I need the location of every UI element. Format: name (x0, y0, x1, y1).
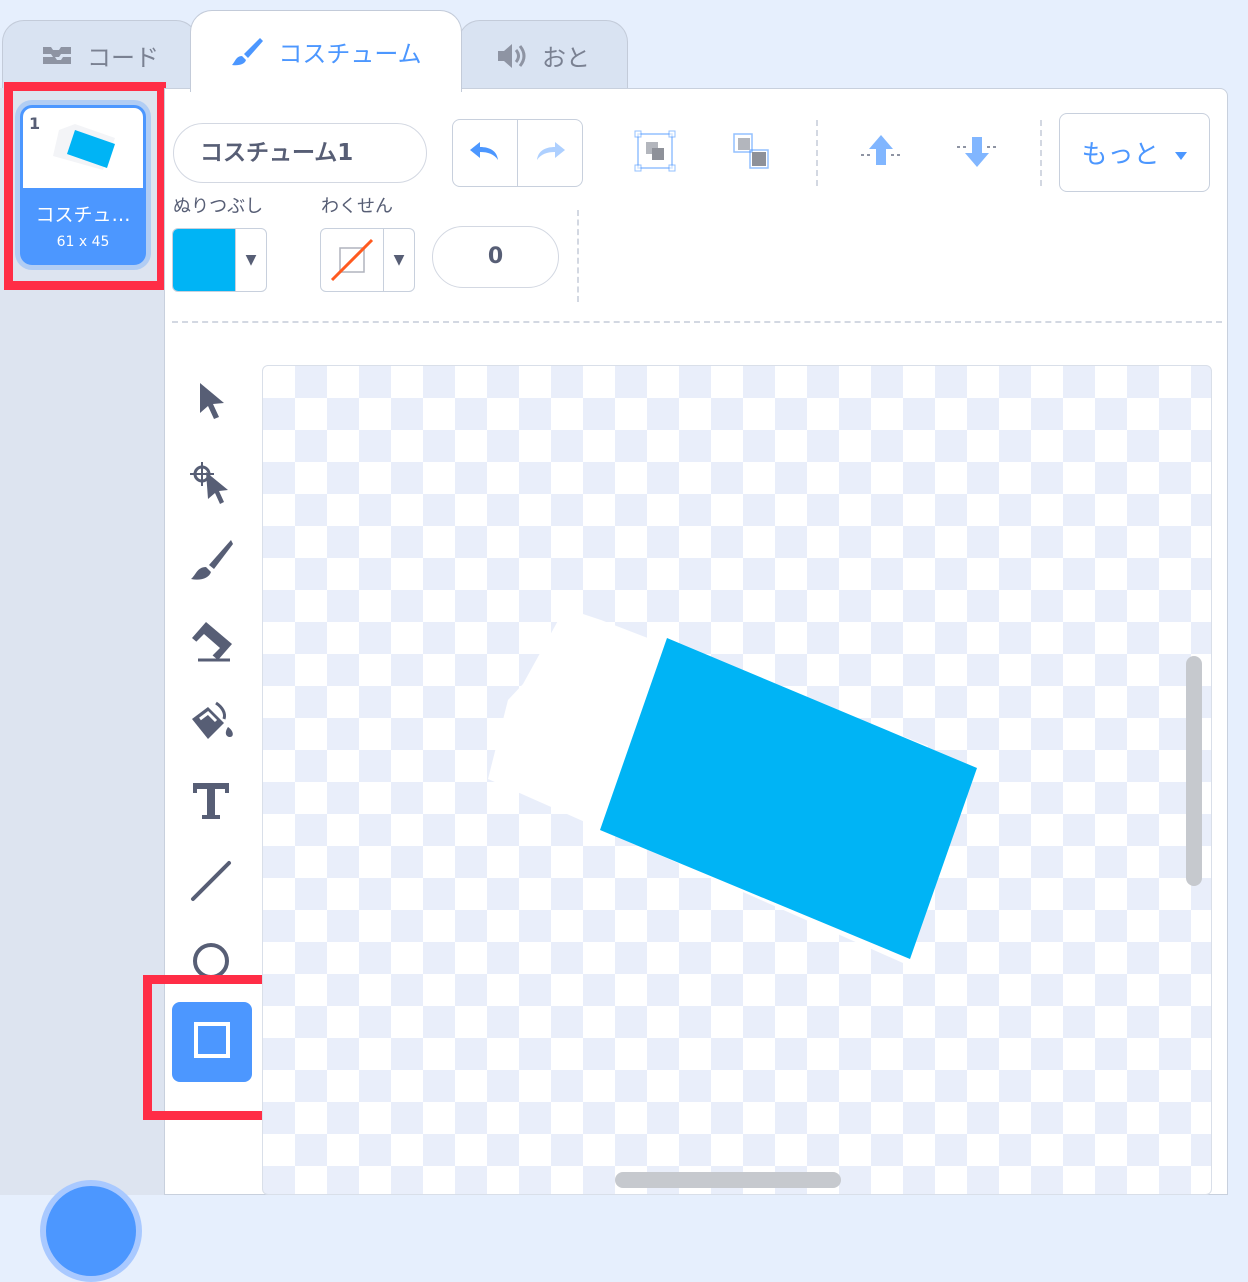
ungroup-button[interactable] (728, 130, 774, 176)
eraser-tool[interactable] (178, 610, 244, 676)
toolbar-divider (1040, 120, 1042, 186)
ungroup-icon (730, 130, 772, 176)
text-tool-icon (189, 779, 233, 827)
tab-sounds-label: おと (542, 44, 590, 72)
line-tool-icon (189, 859, 233, 907)
group-icon (634, 130, 676, 176)
backward-button[interactable] (954, 130, 1000, 176)
more-label: もっと (1081, 140, 1160, 170)
tab-costumes[interactable]: コスチューム (190, 10, 462, 92)
fill-color-picker[interactable]: ▼ (172, 228, 267, 292)
forward-layer-icon (859, 131, 903, 175)
highlight-box-costume (4, 82, 166, 290)
tab-code-label: コード (87, 44, 159, 72)
fill-label: ぬりつぶし (173, 196, 264, 217)
caret-down-icon (1174, 138, 1188, 168)
undo-redo-group (452, 119, 583, 187)
paintbrush-icon (230, 35, 264, 69)
undo-button[interactable] (453, 120, 518, 186)
undo-icon (468, 138, 502, 168)
brush-tool-icon (187, 537, 235, 589)
vertical-scrollbar[interactable] (1186, 656, 1202, 886)
brush-tool[interactable] (178, 530, 244, 596)
fill-caret-icon: ▼ (235, 229, 266, 291)
redo-icon (533, 138, 567, 168)
group-button[interactable] (632, 130, 678, 176)
outline-none-swatch (321, 229, 383, 291)
redo-button[interactable] (518, 120, 582, 186)
outline-caret-icon: ▼ (383, 229, 414, 291)
paint-canvas[interactable] (262, 365, 1212, 1195)
speaker-icon (496, 42, 528, 70)
line-tool[interactable] (178, 850, 244, 916)
tab-costumes-label: コスチューム (278, 40, 422, 68)
highlight-box-rectangle-tool (143, 975, 280, 1120)
eraser-tool-icon (186, 618, 236, 668)
toolbar-divider (816, 120, 818, 186)
tab-code[interactable]: コード (2, 20, 198, 90)
costume-name-input[interactable]: コスチューム1 (173, 123, 427, 183)
fill-tool[interactable] (178, 690, 244, 756)
more-button[interactable]: もっと (1059, 113, 1210, 192)
reshape-tool[interactable] (178, 450, 244, 516)
select-tool-icon (194, 381, 228, 425)
reshape-tool-icon (186, 456, 236, 510)
choose-costume-button[interactable] (40, 1180, 142, 1282)
fill-swatch (173, 229, 235, 291)
toolbar-separator (172, 321, 1222, 323)
outline-color-picker[interactable]: ▼ (320, 228, 415, 292)
horizontal-scrollbar[interactable] (615, 1172, 841, 1188)
select-tool[interactable] (178, 370, 244, 436)
outline-width-input[interactable]: 0 (432, 226, 559, 288)
toolbar-divider (577, 210, 579, 302)
code-blocks-icon (41, 45, 73, 67)
tab-sounds[interactable]: おと (458, 20, 628, 90)
canvas-drawing (488, 608, 977, 963)
forward-button[interactable] (858, 130, 904, 176)
fill-tool-icon (186, 697, 236, 749)
outline-label: わくせん (321, 196, 393, 217)
text-tool[interactable] (178, 770, 244, 836)
backward-layer-icon (955, 131, 999, 175)
